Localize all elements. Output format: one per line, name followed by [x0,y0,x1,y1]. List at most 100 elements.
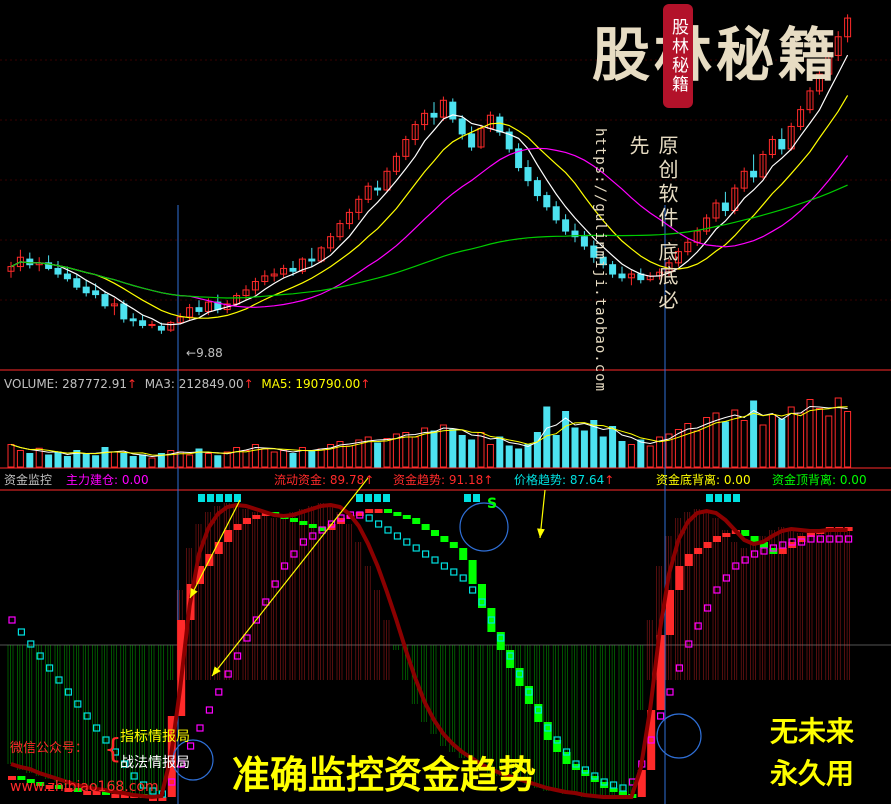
fund-trend-block [684,554,693,566]
price-trend-marker [309,532,317,540]
candle-body [139,320,147,326]
candle-body [289,267,297,272]
volume-bar [646,445,654,468]
price-trend-marker [469,586,477,594]
bureau-name-1: 指标情报局 [120,729,190,745]
candle-body [82,286,90,294]
price-trend-marker [431,556,439,564]
price-trend-marker [74,700,82,708]
candle-body [63,273,71,280]
signal-marker [383,494,390,502]
fund-trend-value: 资金趋势: 91.18↑ [393,473,493,487]
right-tag-1: 无未来 [770,715,855,748]
fund-trend-block [675,566,684,590]
watermark-seal: 股林秘籍 [663,4,693,108]
candle-body [430,112,438,118]
fund-trend-block [778,548,787,554]
fund-trend-block [365,509,374,513]
volume-bar [308,450,316,468]
stock-chart[interactable] [0,0,891,804]
fund-trend-block [224,530,233,542]
ma5-line [10,54,849,326]
volume-bar [515,448,523,468]
price-trend-marker [8,616,16,624]
price-trend-marker [685,640,693,648]
low-price-marker: ←9.88 [186,346,223,360]
up-arrow-icon: ↑ [127,377,138,391]
candle-body [129,318,137,322]
volume-bar [214,455,222,468]
signal-marker [225,494,232,502]
price-trend-marker [393,532,401,540]
up-arrow-icon: ↑ [364,473,375,487]
volume-bar [449,429,457,468]
candle-body [543,195,551,208]
price-trend-marker [459,574,467,582]
price-trend-marker [384,526,392,534]
price-trend-marker [675,664,684,672]
volume-bar [759,424,767,468]
candle-body [750,170,758,178]
fund-trend-block [308,524,317,528]
signal-marker [715,494,722,502]
candle-body [496,116,504,133]
fund-trend-block [384,509,392,513]
volume-bar [82,453,90,468]
price-trend-marker [835,535,843,543]
fund-trend-block [374,509,383,513]
signal-marker [473,494,480,502]
candle-body [468,133,476,148]
fund-trend-block [421,524,430,530]
fund-trend-block [393,512,402,516]
price-trend-marker [45,664,54,672]
fund-trend-block [741,530,750,536]
volume-bar [778,418,786,468]
price-trend-marker [365,514,373,522]
volume-bar [740,420,748,468]
volume-bar [7,444,15,468]
price-trend-marker [196,724,204,732]
volume-bar [430,430,438,468]
volume-value: VOLUME: 287772.91 [4,377,127,391]
price-trend-marker [440,562,448,570]
volume-panel [7,397,852,468]
candle-body [157,325,165,331]
fund-trend-block [440,536,449,542]
signal-marker [706,494,713,502]
price-trend-marker [722,574,731,582]
fund-trend-block [412,518,421,524]
signal-marker [374,494,381,502]
volume-bar [129,456,137,468]
website-url[interactable]: www.zhibiao168.com [10,780,159,794]
price-trend-marker [299,538,307,546]
price-trend-text: 价格趋势: 87.64 [514,473,605,487]
volume-bar [261,448,269,468]
volume-bar [186,454,194,468]
fund-trend-block [694,548,703,554]
fund-trend-block [299,521,308,525]
watermark-subtitle: 原创软件 底底必先 [626,135,679,314]
candle-body [308,258,316,262]
price-trend-marker [403,538,411,546]
price-trend-marker [779,541,787,549]
volume-bar [54,451,62,468]
candle-body [92,290,100,296]
price-trend-marker [666,688,674,696]
bottom-divergence-value: 资金底背离: 0.00 [656,473,751,487]
candle-body [73,278,81,288]
price-trend-marker [826,535,834,543]
price-trend-marker [281,562,289,570]
price-trend-marker [694,622,702,630]
low-arrow-icon: ← [186,346,197,360]
price-trend-value: 价格趋势: 87.64↑ [514,473,614,487]
volume-bar [806,399,814,468]
watermark-url: https://gulinmiji.taobao.com [592,128,608,393]
up-arrow-icon: ↑ [483,473,494,487]
volume-bar [26,453,34,468]
signal-marker [733,494,740,502]
fund-trend-block [459,548,468,560]
volume-bar [787,406,795,468]
price-trend-marker [713,586,721,594]
volume-bar [815,408,823,468]
ma60-line [10,184,848,299]
